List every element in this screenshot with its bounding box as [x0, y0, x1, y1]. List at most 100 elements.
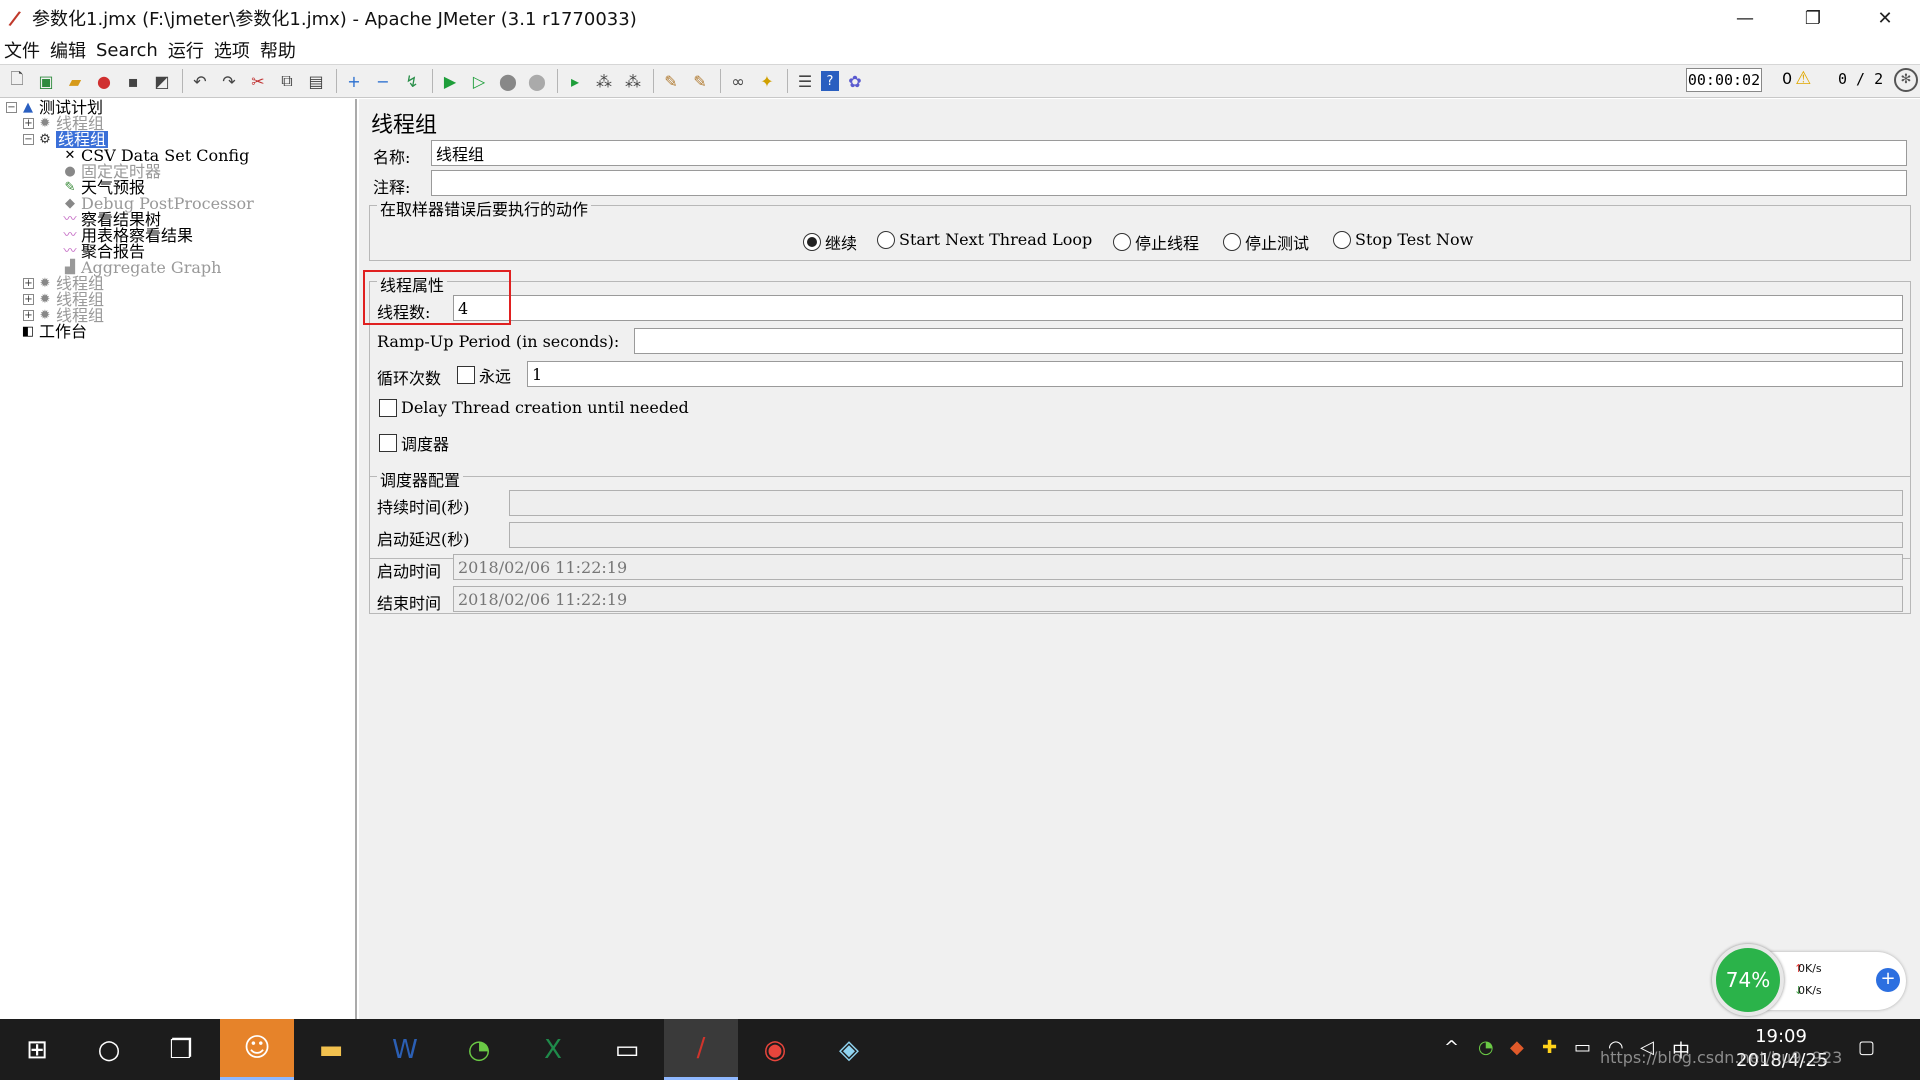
jmeter-taskbar-icon[interactable]: / [664, 1019, 738, 1080]
upload-speed: 0K/s [1798, 962, 1822, 975]
end-time-input[interactable]: 2018/02/06 11:22:19 [453, 586, 1903, 612]
stop-icon[interactable]: ⬤ [495, 68, 521, 94]
menu-file[interactable]: 文件 [4, 37, 40, 63]
remote-globe-icon[interactable]: ✻ [1894, 68, 1918, 92]
chrome-icon[interactable]: ◉ [738, 1019, 812, 1080]
gear-icon: ⚙ [39, 132, 51, 147]
help-icon[interactable]: ? [821, 71, 839, 91]
save-as-icon[interactable]: ◩ [149, 68, 175, 94]
accelerate-plus-icon[interactable]: + [1876, 968, 1900, 992]
duration-label: 持续时间(秒) [377, 498, 470, 517]
open-icon[interactable]: ▰ [62, 68, 88, 94]
rampup-label: Ramp-Up Period (in seconds): [377, 332, 620, 351]
cortana-circle-icon[interactable]: ○ [72, 1019, 146, 1080]
undo-icon[interactable]: ↶ [187, 68, 213, 94]
duration-input[interactable] [509, 490, 1903, 516]
redo-icon[interactable]: ↷ [216, 68, 242, 94]
network-speed-widget[interactable]: 74% ↑ 0K/s ↓ 0K/s + [1712, 944, 1906, 1018]
log-viewer-icon[interactable]: ✿ [842, 68, 868, 94]
remote-shutdown-icon[interactable]: ⁂ [620, 68, 646, 94]
tray-plus-icon[interactable]: ✚ [1542, 1037, 1557, 1058]
delay-thread-creation-checkbox[interactable]: Delay Thread creation until needed [379, 398, 689, 417]
radio-indicator [1333, 230, 1351, 249]
expand-icon[interactable]: + [23, 310, 34, 321]
download-speed: 0K/s [1798, 984, 1822, 997]
reset-search-icon[interactable]: ✦ [754, 68, 780, 94]
collapse-all-icon[interactable]: − [370, 68, 396, 94]
radio-continue[interactable]: 继续 [803, 230, 857, 254]
collapse-icon[interactable]: − [23, 134, 34, 145]
threads-input[interactable]: 4 [453, 295, 1903, 321]
toolbar-divider [720, 69, 721, 93]
minimize-button[interactable]: — [1710, 0, 1780, 36]
notification-icon[interactable]: ▢ [1858, 1037, 1875, 1058]
listener-chart-icon: 〰 [63, 244, 77, 259]
shutdown-icon[interactable]: ⬤ [524, 68, 550, 94]
checkbox-box [379, 398, 397, 417]
comment-input[interactable] [431, 170, 1907, 196]
clear-icon[interactable]: ✎ [658, 68, 684, 94]
config-element-icon: ✕ [64, 148, 76, 163]
sampler-pen-icon: ✎ [64, 180, 76, 195]
battery-icon[interactable]: ▭ [1574, 1037, 1591, 1058]
start-time-input[interactable]: 2018/02/06 11:22:19 [453, 554, 1903, 580]
radio-stop-thread[interactable]: 停止线程 [1113, 230, 1199, 254]
remote-stop-icon[interactable]: ⁂ [591, 68, 617, 94]
close-plan-icon[interactable]: ● [91, 68, 117, 94]
radio-indicator [1113, 233, 1131, 251]
function-helper-icon[interactable]: ☰ [792, 68, 818, 94]
forever-checkbox[interactable]: 永远 [457, 363, 511, 387]
watermark-text: https://blog.csdn.net/hu9..923 [1600, 1048, 1843, 1067]
menu-bar: 文件 编辑 Search 运行 选项 帮助 [0, 36, 1920, 64]
templates-icon[interactable]: ▣ [33, 68, 59, 94]
copy-icon[interactable]: ⧉ [274, 68, 300, 94]
tray-app-icon[interactable]: ◆ [1510, 1037, 1524, 1058]
expand-all-icon[interactable]: + [341, 68, 367, 94]
menu-search[interactable]: Search [96, 40, 158, 61]
new-icon[interactable]: 🗋 [4, 68, 30, 94]
collapse-icon[interactable]: − [6, 102, 17, 113]
radio-start-next-thread-loop[interactable]: Start Next Thread Loop [877, 230, 1092, 249]
startup-delay-label: 启动延迟(秒) [377, 530, 470, 549]
start-windows-icon[interactable]: ⊞ [0, 1019, 74, 1080]
expand-icon[interactable]: + [23, 278, 34, 289]
expand-icon[interactable]: + [23, 294, 34, 305]
active-threads: 0 / 2 [1838, 70, 1884, 88]
scheduler-checkbox[interactable]: 调度器 [379, 431, 449, 455]
end-time-label: 结束时间 [377, 594, 442, 613]
menu-edit[interactable]: 编辑 [50, 37, 86, 63]
file-explorer-icon[interactable]: ▬ [294, 1019, 368, 1080]
radio-stop-test[interactable]: 停止测试 [1223, 230, 1309, 254]
task-view-icon[interactable]: ❐ [144, 1019, 218, 1080]
wechat-icon[interactable]: ◔ [442, 1019, 516, 1080]
maximize-button[interactable]: ❐ [1778, 0, 1848, 36]
remote-start-icon[interactable]: ▸ [562, 68, 588, 94]
cut-icon[interactable]: ✂ [245, 68, 271, 94]
rampup-input[interactable] [634, 328, 1903, 354]
word-icon[interactable]: W [368, 1019, 442, 1080]
paste-icon[interactable]: ▤ [303, 68, 329, 94]
expand-icon[interactable]: + [23, 118, 34, 129]
clear-all-icon[interactable]: ✎ [687, 68, 713, 94]
tray-wechat-icon[interactable]: ◔ [1478, 1037, 1494, 1058]
startup-delay-input[interactable] [509, 522, 1903, 548]
terminal-icon[interactable]: ▭ [590, 1019, 664, 1080]
close-button[interactable]: ✕ [1850, 0, 1920, 36]
save-icon[interactable]: ▪ [120, 68, 146, 94]
menu-run[interactable]: 运行 [168, 37, 204, 63]
search-binoculars-icon[interactable]: ∞ [725, 68, 751, 94]
toggle-icon[interactable]: ↯ [399, 68, 425, 94]
excel-icon[interactable]: X [516, 1019, 590, 1080]
error-counter[interactable]: 0 ⚠ [1782, 68, 1811, 89]
radio-stop-test-now[interactable]: Stop Test Now [1333, 230, 1473, 249]
pen-app-icon[interactable]: ◈ [812, 1019, 886, 1080]
start-icon[interactable]: ▶ [437, 68, 463, 94]
name-input[interactable]: 线程组 [431, 140, 1907, 166]
tray-chevron-icon[interactable]: ^ [1444, 1037, 1459, 1058]
menu-help[interactable]: 帮助 [260, 37, 296, 63]
start-no-pauses-icon[interactable]: ▷ [466, 68, 492, 94]
loop-count-input[interactable]: 1 [527, 361, 1903, 387]
qq-avatar-icon[interactable]: ☺ [220, 1019, 294, 1080]
tree-node-workbench[interactable]: ◧ 工作台 [20, 323, 87, 340]
menu-options[interactable]: 选项 [214, 37, 250, 63]
